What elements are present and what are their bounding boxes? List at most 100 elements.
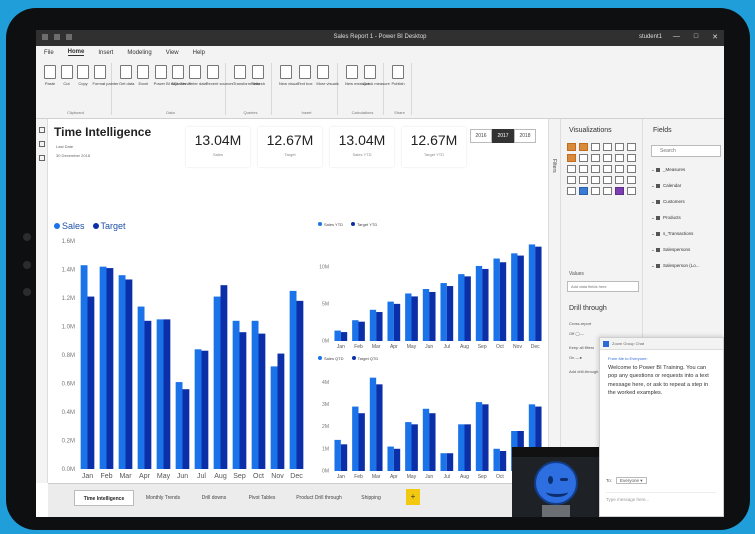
visual-type-icon[interactable] — [603, 165, 612, 173]
visual-type-icon[interactable] — [603, 187, 612, 195]
menu-insert[interactable]: Insert — [98, 50, 113, 56]
text-box-button[interactable]: Text box — [298, 65, 313, 86]
visual-type-icon[interactable] — [615, 143, 624, 151]
visual-type-icon[interactable] — [579, 154, 588, 162]
kpi-card-sales[interactable]: 13.04M Sales — [186, 127, 250, 167]
chat-input[interactable]: Type message here... — [606, 492, 716, 502]
values-well[interactable]: Add data fields here — [567, 281, 639, 292]
visual-type-icon[interactable] — [579, 187, 588, 195]
close-button[interactable]: ✕ — [712, 33, 718, 41]
refresh-button[interactable]: Refresh — [251, 65, 265, 86]
excel-button[interactable]: Excel — [136, 65, 150, 86]
chat-recipient-select[interactable]: Everyone ▾ — [616, 477, 647, 484]
enter-data-button[interactable]: Enter data — [188, 65, 207, 86]
year-option-2018[interactable]: 2018 — [514, 129, 536, 143]
page-tab[interactable]: Shipping — [354, 490, 388, 506]
kpi-card-target-ytd[interactable]: 12.67M Target YTD — [402, 127, 466, 167]
field-table-item[interactable]: ⌄ s_Transactions — [651, 231, 693, 237]
x-tick-label: May — [157, 473, 171, 480]
visual-type-icon[interactable] — [627, 176, 636, 184]
power-bi-datasets-button[interactable]: Power BI datasets — [154, 65, 186, 86]
y-tick-label: 0.4M — [62, 410, 75, 416]
y-tick-label: 5M — [322, 302, 329, 308]
visual-type-icon[interactable] — [579, 143, 588, 151]
transform-data-button[interactable]: Transform data — [233, 65, 260, 86]
page-tab[interactable]: Monthly Trends — [138, 490, 188, 506]
field-table-item[interactable]: ⌄ Salesperson (Lo... — [651, 263, 700, 269]
field-table-item[interactable]: ⌄ Customers — [651, 199, 685, 205]
visual-type-icon[interactable] — [603, 143, 612, 151]
bar-sales-ytd — [387, 301, 394, 341]
menu-home[interactable]: Home — [67, 49, 85, 56]
visual-type-icon[interactable] — [591, 176, 600, 184]
field-table-item[interactable]: ⌄ Calendar — [651, 183, 681, 189]
recent-sources-button[interactable]: Recent sources — [206, 65, 233, 86]
get-data-button[interactable]: Get data — [119, 65, 134, 86]
year-option-2016[interactable]: 2016 — [470, 129, 492, 143]
visual-type-icon[interactable] — [603, 176, 612, 184]
visual-type-icon[interactable] — [615, 165, 624, 173]
visual-type-icon[interactable] — [591, 187, 600, 195]
copy-button[interactable]: Copy — [76, 65, 90, 86]
kpi-value: 12.67M — [266, 132, 314, 148]
data-view-icon[interactable] — [38, 141, 45, 147]
ribbon-group-label: Calculations — [351, 110, 374, 115]
visual-type-icon[interactable] — [591, 154, 600, 162]
visual-type-icon[interactable] — [567, 187, 576, 195]
page-tab[interactable]: Drill downs — [190, 490, 238, 506]
new-measure-button[interactable]: New measure — [345, 65, 370, 86]
fields-search-input[interactable]: Search — [651, 145, 721, 157]
ytd-sales-chart[interactable]: 0M 5M 10M Jan Feb Mar Apr May Jun Jul Aug Sep Oct Nov… — [310, 229, 548, 353]
visual-type-icon[interactable] — [579, 165, 588, 173]
kpi-card-sales-ytd[interactable]: 13.04M Sales YTD — [330, 127, 394, 167]
field-table-item[interactable]: ⌄ Products — [651, 215, 681, 221]
format-painter-button[interactable]: Format painter — [93, 65, 119, 86]
user-name[interactable]: student1 — [639, 34, 662, 40]
visual-type-icon[interactable] — [615, 154, 624, 162]
field-table-item[interactable]: ⌄ _Measures — [651, 167, 685, 173]
field-table-item[interactable]: ⌄ Salespersons — [651, 247, 690, 253]
x-tick-label: Mar — [372, 344, 381, 350]
visual-type-icon[interactable] — [603, 154, 612, 162]
new-visual-button[interactable]: New visual — [279, 65, 298, 86]
page-tab[interactable]: Product Drill through — [286, 490, 352, 506]
visual-type-icon[interactable] — [579, 176, 588, 184]
visual-type-icon[interactable] — [591, 165, 600, 173]
minimize-button[interactable]: — — [673, 33, 680, 41]
visual-type-icon[interactable] — [627, 187, 636, 195]
visual-type-icon[interactable] — [615, 187, 624, 195]
page-tab[interactable]: Time Intelligence — [74, 490, 134, 506]
visual-type-icon[interactable] — [615, 176, 624, 184]
page-tab[interactable]: Pivot Tables — [240, 490, 284, 506]
visual-type-icon[interactable] — [567, 165, 576, 173]
visual-type-icon[interactable] — [627, 143, 636, 151]
year-option-2017[interactable]: 2017 — [492, 129, 514, 143]
cut-button[interactable]: Cut — [60, 65, 74, 86]
menu-view[interactable]: View — [166, 50, 179, 56]
paste-button[interactable]: Paste — [43, 65, 57, 86]
report-view-icon[interactable] — [38, 127, 45, 133]
cross-report-toggle[interactable]: Off ◯— — [569, 331, 639, 336]
publish-button[interactable]: Publish — [391, 65, 405, 86]
more-visuals-button[interactable]: More visuals — [316, 65, 339, 86]
visual-type-icon[interactable] — [567, 143, 576, 151]
visual-type-icon[interactable] — [591, 143, 600, 151]
add-page-button[interactable]: + — [406, 489, 420, 505]
monthly-sales-chart[interactable]: 0.0M 0.2M 0.4M 0.6M 0.8M 1.0M 1.2M 1.4M 1.6M Jan F… — [48, 231, 310, 483]
model-view-icon[interactable] — [38, 155, 45, 161]
bar-target — [296, 300, 304, 469]
bar-sales-ytd — [528, 244, 536, 341]
quick-measure-button[interactable]: Quick measure — [363, 65, 390, 86]
menu-help[interactable]: Help — [193, 50, 205, 56]
sql-server-button[interactable]: SQL Server — [171, 65, 192, 86]
visual-type-icon[interactable] — [567, 176, 576, 184]
kpi-card-target[interactable]: 12.67M Target — [258, 127, 322, 167]
maximize-button[interactable]: □ — [694, 33, 698, 41]
menu-modeling[interactable]: Modeling — [127, 50, 151, 56]
visual-type-icon[interactable] — [567, 154, 576, 162]
filters-pane-collapsed[interactable]: Filters — [548, 119, 561, 483]
visual-type-icon[interactable] — [627, 165, 636, 173]
menu-file[interactable]: File — [44, 50, 54, 56]
visual-type-icon[interactable] — [627, 154, 636, 162]
ribbon-group-label: Data — [166, 110, 175, 115]
